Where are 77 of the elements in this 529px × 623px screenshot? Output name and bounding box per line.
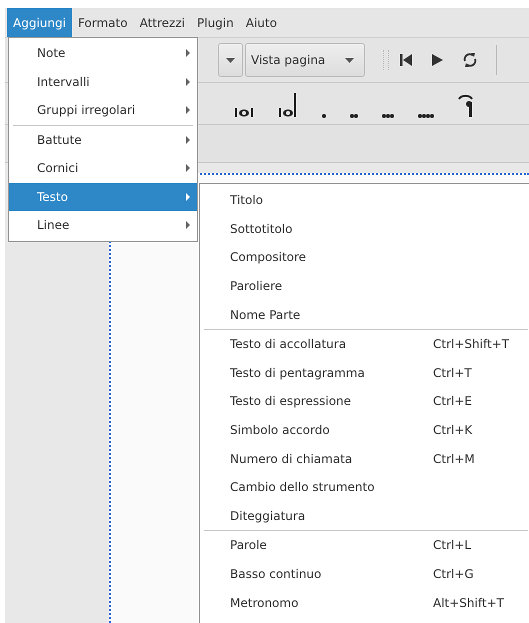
- view-mode-dropdown[interactable]: Vista pagina: [245, 43, 366, 77]
- menu-item-label: Sottotitolo: [230, 222, 294, 236]
- shortcut-label: Ctrl+E: [433, 394, 472, 408]
- menu-item[interactable]: Compositore: [200, 243, 529, 272]
- menu-item-label: Gruppi irregolari: [37, 103, 136, 118]
- menu-item-label: Numero di chiamata: [230, 452, 354, 466]
- menu-item[interactable]: Metronomo Alt+Shift+T: [200, 588, 529, 617]
- menu-item[interactable]: Numero di chiamata Ctrl+M: [200, 444, 529, 473]
- menu-title[interactable]: Aiuto: [240, 8, 283, 37]
- caret-icon: [226, 58, 235, 62]
- menu-item-label: Cornici: [37, 161, 78, 176]
- loop-icon[interactable]: [462, 51, 478, 69]
- menu-item-label: Linee: [37, 218, 70, 232]
- menu-item-label: Battute: [37, 132, 82, 147]
- menu-item-label: Basso continuo: [230, 567, 322, 582]
- menu-item[interactable]: Testo di accollatura Ctrl+Shift+T: [200, 330, 529, 359]
- menu-title[interactable]: Aggiungi: [7, 8, 72, 37]
- breve-note-icon[interactable]: [234, 106, 254, 118]
- shortcut-label: Ctrl+M: [433, 452, 475, 466]
- shortcut-label: Ctrl+Shift+T: [433, 337, 510, 352]
- submenu-arrow-icon: [186, 192, 190, 201]
- tie-note-icon[interactable]: [458, 94, 474, 118]
- triple-dot-icon[interactable]: [382, 114, 394, 118]
- menu-item[interactable]: Titolo: [200, 186, 529, 215]
- menu-item[interactable]: Nome Parte: [200, 300, 529, 329]
- menu-item-label: Testo di accollatura: [230, 337, 348, 352]
- menu-item[interactable]: Diteggiatura: [200, 502, 529, 530]
- shortcut-label: Alt+Shift+T: [433, 596, 504, 610]
- menu-item-label: Testo di pentagramma: [230, 366, 366, 380]
- menu-item[interactable]: Simbolo accordo Ctrl+K: [200, 416, 529, 444]
- dot-icon[interactable]: [322, 114, 326, 118]
- double-dot-icon[interactable]: [350, 114, 358, 118]
- menu-item[interactable]: Note: [9, 39, 197, 68]
- submenu-arrow-icon: [186, 78, 190, 86]
- menu-item-label: Paroliere: [230, 279, 284, 294]
- menu-item[interactable]: Testo: [9, 182, 197, 211]
- menu-item[interactable]: Cornici: [9, 154, 197, 182]
- menu-item-label: Testo: [37, 190, 68, 204]
- submenu-arrow-icon: [186, 106, 190, 114]
- submenu-arrow-icon: [186, 221, 190, 230]
- menu-item[interactable]: Gruppi irregolari: [9, 96, 197, 124]
- menu-item-label: Compositore: [230, 250, 308, 264]
- menu-item-label: Cambio dello strumento: [230, 480, 376, 494]
- play-icon[interactable]: [431, 53, 444, 67]
- shortcut-label: Ctrl+T: [433, 366, 472, 380]
- menu-item[interactable]: Linee: [9, 211, 197, 240]
- menu-item-label: Nome Parte: [230, 308, 302, 322]
- menu-item[interactable]: Parole Ctrl+L: [200, 531, 529, 560]
- menu-item[interactable]: Intervalli: [9, 68, 197, 96]
- skip-to-start-icon[interactable]: [399, 53, 414, 67]
- menu-item-label: Intervalli: [37, 74, 90, 89]
- menu-item[interactable]: Testo di espressione Ctrl+E: [200, 387, 529, 416]
- submenu-arrow-icon: [186, 164, 190, 172]
- shortcut-label: Ctrl+G: [433, 567, 474, 582]
- menu-item[interactable]: Sottotitolo: [200, 214, 529, 244]
- menu-item[interactable]: Paroliere: [200, 272, 529, 300]
- menu-item-label: Diteggiatura: [230, 508, 306, 523]
- menu-item[interactable]: Testo di pentagramma Ctrl+T: [200, 358, 529, 388]
- menu-title[interactable]: Formato: [72, 8, 134, 37]
- breve-stem-icon[interactable]: [278, 92, 298, 118]
- submenu-arrow-icon: [186, 136, 190, 144]
- menu-item-label: Metronomo: [230, 596, 300, 610]
- quadruple-dot-icon[interactable]: [418, 114, 434, 118]
- menu-item-label: Titolo: [230, 193, 264, 208]
- shortcut-label: Ctrl+K: [433, 423, 472, 438]
- shortcut-label: Ctrl+L: [433, 538, 472, 552]
- menu-item[interactable]: Basso continuo Ctrl+G: [200, 560, 529, 588]
- menu-item-label: Testo di espressione: [230, 394, 352, 408]
- menu-title[interactable]: Plugin: [191, 8, 240, 37]
- caret-icon: [345, 58, 354, 62]
- submenu-arrow-icon: [186, 49, 190, 58]
- menu-item-label: Simbolo accordo: [230, 423, 331, 438]
- menu-item[interactable]: Cambio dello strumento: [200, 472, 529, 502]
- menu-item-label: Note: [37, 46, 66, 60]
- menu-item-label: Parole: [230, 538, 268, 552]
- dropdown[interactable]: [218, 43, 243, 77]
- menu-title[interactable]: Attrezzi: [134, 8, 191, 37]
